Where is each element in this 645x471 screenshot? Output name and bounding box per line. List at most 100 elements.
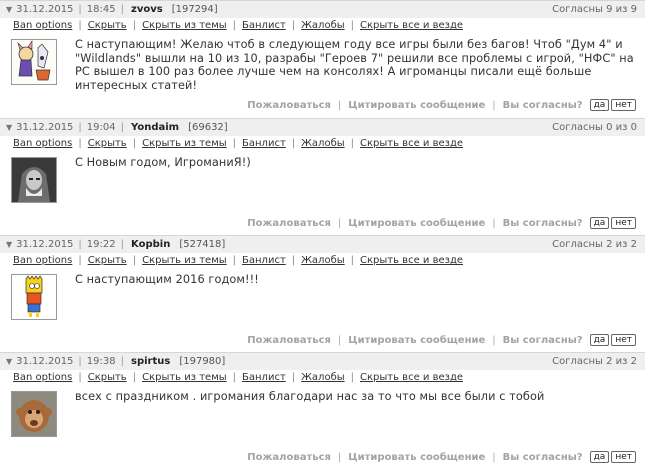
hide-link[interactable]: Скрыть xyxy=(88,138,127,149)
complaints-link[interactable]: Жалобы xyxy=(301,372,344,383)
comment-time: 19:38 xyxy=(86,356,116,367)
comment-time: 18:45 xyxy=(86,4,116,15)
comment: ▼ 31.12.2015 | 19:38 | spirtus [197980] … xyxy=(0,352,645,471)
agree-no-button[interactable]: нет xyxy=(611,217,636,229)
comment-author-id: [197294] xyxy=(171,4,218,15)
banlist-link[interactable]: Банлист xyxy=(242,255,286,266)
collapse-arrow-icon[interactable]: ▼ xyxy=(6,123,12,132)
agree-count: Согласны 2 из 2 xyxy=(552,239,637,250)
comment-time: 19:22 xyxy=(86,239,116,250)
comment-text: С наступающим! Желаю чтоб в следующем го… xyxy=(75,38,634,92)
hide-link[interactable]: Скрыть xyxy=(88,255,127,266)
divider: | xyxy=(120,4,124,15)
hide-from-topic-link[interactable]: Скрыть из темы xyxy=(142,20,227,31)
agree-question: Вы согласны? xyxy=(502,451,583,463)
comment-text: С наступающим 2016 годом!!! xyxy=(75,273,259,286)
avatar[interactable] xyxy=(11,157,57,203)
hide-everywhere-link[interactable]: Скрыть все и везде xyxy=(360,20,463,31)
comment-author[interactable]: Kopbin xyxy=(131,239,170,250)
agree-question: Вы согласны? xyxy=(502,217,583,229)
agree-yes-button[interactable]: да xyxy=(589,334,610,346)
complain-button[interactable]: Пожаловаться xyxy=(247,218,331,229)
comment-actions: Пожаловаться | Цитировать сообщение | Вы с… xyxy=(247,334,636,346)
comment-author-id: [69632] xyxy=(188,122,228,133)
hide-link[interactable]: Скрыть xyxy=(88,372,127,383)
agree-count: Согласны 9 из 9 xyxy=(552,4,637,15)
avatar[interactable] xyxy=(11,391,57,437)
avatar[interactable] xyxy=(11,274,57,320)
comment-actions: Пожаловаться | Цитировать сообщение | Вы с… xyxy=(247,99,636,111)
comment-actions: Пожаловаться | Цитировать сообщение | Вы с… xyxy=(247,217,636,229)
hide-from-topic-link[interactable]: Скрыть из темы xyxy=(142,372,227,383)
agree-count: Согласны 0 из 0 xyxy=(552,122,637,133)
comment-header: ▼ 31.12.2015 | 19:04 | Yondaim [69632] С… xyxy=(0,118,645,136)
hide-from-topic-link[interactable]: Скрыть из темы xyxy=(142,138,227,149)
divider: | xyxy=(78,122,82,133)
monkey-avatar-icon xyxy=(12,392,56,436)
bart-simpson-avatar-icon xyxy=(12,275,56,319)
comment-time: 19:04 xyxy=(86,122,116,133)
divider: | xyxy=(120,356,124,367)
comment-header: ▼ 31.12.2015 | 19:38 | spirtus [197980] … xyxy=(0,352,645,370)
hide-everywhere-link[interactable]: Скрыть все и везде xyxy=(360,372,463,383)
agree-no-button[interactable]: нет xyxy=(611,334,636,346)
agree-yes-button[interactable]: да xyxy=(589,217,610,229)
agree-yes-button[interactable]: да xyxy=(589,451,610,463)
comment-header: ▼ 31.12.2015 | 19:22 | Kopbin [527418] С… xyxy=(0,235,645,253)
hide-from-topic-link[interactable]: Скрыть из темы xyxy=(142,255,227,266)
ban-options-link[interactable]: Ban options xyxy=(13,20,72,31)
comment-date: 31.12.2015 xyxy=(16,239,74,250)
hide-everywhere-link[interactable]: Скрыть все и везде xyxy=(360,138,463,149)
agree-no-button[interactable]: нет xyxy=(611,99,636,111)
banlist-link[interactable]: Банлист xyxy=(242,138,286,149)
quote-button[interactable]: Цитировать сообщение xyxy=(348,335,485,346)
avatar[interactable] xyxy=(11,39,57,85)
comment-author[interactable]: Yondaim xyxy=(131,122,179,133)
complaints-link[interactable]: Жалобы xyxy=(301,255,344,266)
complain-button[interactable]: Пожаловаться xyxy=(247,335,331,346)
hide-link[interactable]: Скрыть xyxy=(88,20,127,31)
quote-button[interactable]: Цитировать сообщение xyxy=(348,100,485,111)
quote-button[interactable]: Цитировать сообщение xyxy=(348,218,485,229)
ban-options-link[interactable]: Ban options xyxy=(13,372,72,383)
moderation-links: Ban options | Скрыть | Скрыть из темы | Бан… xyxy=(13,255,464,266)
divider: | xyxy=(78,239,82,250)
comment-author-id: [197980] xyxy=(179,356,226,367)
collapse-arrow-icon[interactable]: ▼ xyxy=(6,240,12,249)
divider: | xyxy=(78,356,82,367)
moderation-links: Ban options | Скрыть | Скрыть из темы | Бан… xyxy=(13,20,464,31)
comment-author[interactable]: spirtus xyxy=(131,356,170,367)
cartoon-characters-avatar-icon xyxy=(12,40,56,84)
divider: | xyxy=(120,239,124,250)
comment: ▼ 31.12.2015 | 19:04 | Yondaim [69632] С… xyxy=(0,118,645,235)
agree-count: Согласны 2 из 2 xyxy=(552,356,637,367)
banlist-link[interactable]: Банлист xyxy=(242,20,286,31)
comment-date: 31.12.2015 xyxy=(16,356,74,367)
comment-text: всех с праздником . игромания благодари … xyxy=(75,390,545,403)
banlist-link[interactable]: Банлист xyxy=(242,372,286,383)
agree-question: Вы согласны? xyxy=(502,334,583,346)
quote-button[interactable]: Цитировать сообщение xyxy=(348,452,485,463)
ban-options-link[interactable]: Ban options xyxy=(13,138,72,149)
complaints-link[interactable]: Жалобы xyxy=(301,20,344,31)
complain-button[interactable]: Пожаловаться xyxy=(247,100,331,111)
comment-date: 31.12.2015 xyxy=(16,122,74,133)
comment: ▼ 31.12.2015 | 19:22 | Kopbin [527418] С… xyxy=(0,235,645,352)
agree-question: Вы согласны? xyxy=(502,99,583,111)
moderation-links: Ban options | Скрыть | Скрыть из темы | Бан… xyxy=(13,372,464,383)
comment-text: С Новым годом, ИгроманиЯ!) xyxy=(75,156,251,169)
complain-button[interactable]: Пожаловаться xyxy=(247,452,331,463)
comment-actions: Пожаловаться | Цитировать сообщение | Вы с… xyxy=(247,451,636,463)
collapse-arrow-icon[interactable]: ▼ xyxy=(6,357,12,366)
comment-author[interactable]: zvovs xyxy=(131,4,163,15)
agree-yes-button[interactable]: да xyxy=(589,99,610,111)
divider: | xyxy=(120,122,124,133)
moderation-links: Ban options | Скрыть | Скрыть из темы | Бан… xyxy=(13,138,464,149)
divider: | xyxy=(78,4,82,15)
collapse-arrow-icon[interactable]: ▼ xyxy=(6,5,12,14)
hide-everywhere-link[interactable]: Скрыть все и везде xyxy=(360,255,463,266)
comment: ▼ 31.12.2015 | 18:45 | zvovs [197294] Со… xyxy=(0,0,645,118)
complaints-link[interactable]: Жалобы xyxy=(301,138,344,149)
ban-options-link[interactable]: Ban options xyxy=(13,255,72,266)
agree-no-button[interactable]: нет xyxy=(611,451,636,463)
